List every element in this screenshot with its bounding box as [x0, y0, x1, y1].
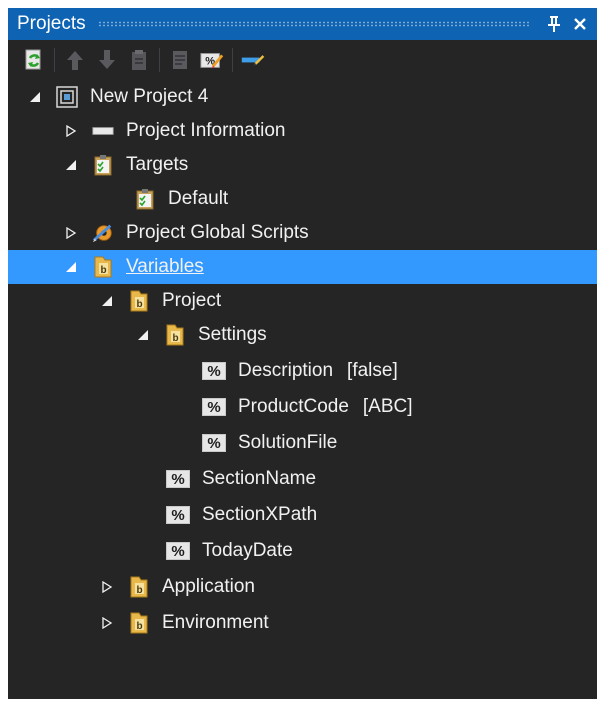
variable-icon: % — [202, 398, 226, 416]
info-bar-icon — [92, 120, 114, 142]
folder-icon: b — [164, 324, 186, 346]
panel-title-bar[interactable]: Projects — [8, 8, 597, 40]
collapse-arrow-icon[interactable] — [28, 90, 42, 104]
tree-node-label: New Project 4 — [90, 86, 209, 107]
tree-node-section-name[interactable]: % SectionName — [8, 462, 597, 496]
tree-node-environment[interactable]: b Environment — [8, 606, 597, 640]
tree-node-variables[interactable]: b Variables — [8, 250, 597, 284]
panel-title: Projects — [17, 13, 86, 34]
tree-node-solution-file[interactable]: % SolutionFile — [8, 426, 597, 460]
refresh-icon[interactable] — [22, 48, 46, 72]
variable-edit-icon[interactable]: % — [200, 48, 224, 72]
tree-node-targets[interactable]: Targets — [8, 148, 597, 182]
variable-name: TodayDate — [202, 540, 293, 561]
collapse-arrow-icon[interactable] — [100, 294, 114, 308]
variable-name: SectionXPath — [202, 504, 318, 525]
variable-name: SolutionFile — [238, 432, 338, 453]
move-down-icon[interactable] — [95, 48, 119, 72]
tree-node-label: Settings — [198, 324, 267, 345]
tree-node-settings[interactable]: b Settings — [8, 318, 597, 352]
variable-name: Description — [238, 360, 334, 381]
scripts-gear-icon — [92, 222, 114, 244]
tree-node-product-code[interactable]: % ProductCode [ABC] — [8, 390, 597, 424]
expand-arrow-icon[interactable] — [100, 616, 114, 630]
tree-node-description[interactable]: % Description [false] — [8, 354, 597, 388]
svg-text:b: b — [136, 585, 142, 596]
folder-icon: b — [128, 290, 150, 312]
collapse-arrow-icon[interactable] — [136, 328, 150, 342]
tree-node-target-default[interactable]: Default — [8, 182, 597, 216]
move-up-icon[interactable] — [63, 48, 87, 72]
variable-icon: % — [202, 362, 226, 380]
expand-arrow-icon[interactable] — [64, 124, 78, 138]
variable-icon: % — [166, 506, 190, 524]
tree-node-label: Project Global Scripts — [126, 222, 309, 243]
tree-node-global-scripts[interactable]: Project Global Scripts — [8, 216, 597, 250]
variable-value: [ABC] — [362, 396, 413, 417]
script-icon[interactable] — [168, 48, 192, 72]
variable-name: SectionName — [202, 468, 317, 489]
collapse-arrow-icon[interactable] — [64, 260, 78, 274]
tree-node-label: Variables — [126, 256, 204, 277]
folder-icon: b — [128, 612, 150, 634]
tree-node-label: Application — [162, 576, 255, 597]
expand-arrow-icon[interactable] — [64, 226, 78, 240]
tree-node-var-project[interactable]: b Project — [8, 284, 597, 318]
folder-icon: b — [128, 576, 150, 598]
tree-node-project-information[interactable]: Project Information — [8, 114, 597, 148]
variable-name: ProductCode — [238, 396, 349, 417]
svg-text:b: b — [136, 621, 142, 632]
project-icon — [56, 86, 78, 108]
toolbar-separator — [159, 48, 160, 72]
tree-node-project[interactable]: New Project 4 — [8, 80, 597, 114]
svg-text:b: b — [172, 333, 178, 344]
expand-arrow-icon[interactable] — [100, 580, 114, 594]
clipboard-icon[interactable] — [127, 48, 151, 72]
checklist-icon — [92, 154, 114, 176]
tree-node-label: Project Information — [126, 120, 286, 141]
close-icon[interactable] — [569, 11, 591, 37]
variable-value: [false] — [347, 360, 398, 381]
rename-icon[interactable] — [241, 48, 265, 72]
variable-icon: % — [202, 434, 226, 452]
svg-text:b: b — [100, 265, 106, 276]
tree-node-label: Default — [168, 188, 229, 209]
variable-icon: % — [166, 470, 190, 488]
folder-icon: b — [92, 256, 114, 278]
tree-node-section-xpath[interactable]: % SectionXPath — [8, 498, 597, 532]
variable-icon: % — [166, 542, 190, 560]
toolbar-separator — [54, 48, 55, 72]
projects-panel: Projects % New Project 4 Project Informa… — [8, 8, 597, 699]
pin-icon[interactable] — [543, 11, 565, 37]
tree-node-today-date[interactable]: % TodayDate — [8, 534, 597, 568]
tree-node-label: Targets — [126, 154, 189, 175]
checklist-icon — [134, 188, 156, 210]
toolbar: % — [8, 40, 597, 80]
tree-node-label: Project — [162, 290, 222, 311]
svg-text:b: b — [136, 299, 142, 310]
drag-grip[interactable] — [97, 21, 531, 27]
collapse-arrow-icon[interactable] — [64, 158, 78, 172]
tree-node-label: Environment — [162, 612, 269, 633]
toolbar-separator — [232, 48, 233, 72]
tree-node-application[interactable]: b Application — [8, 570, 597, 604]
